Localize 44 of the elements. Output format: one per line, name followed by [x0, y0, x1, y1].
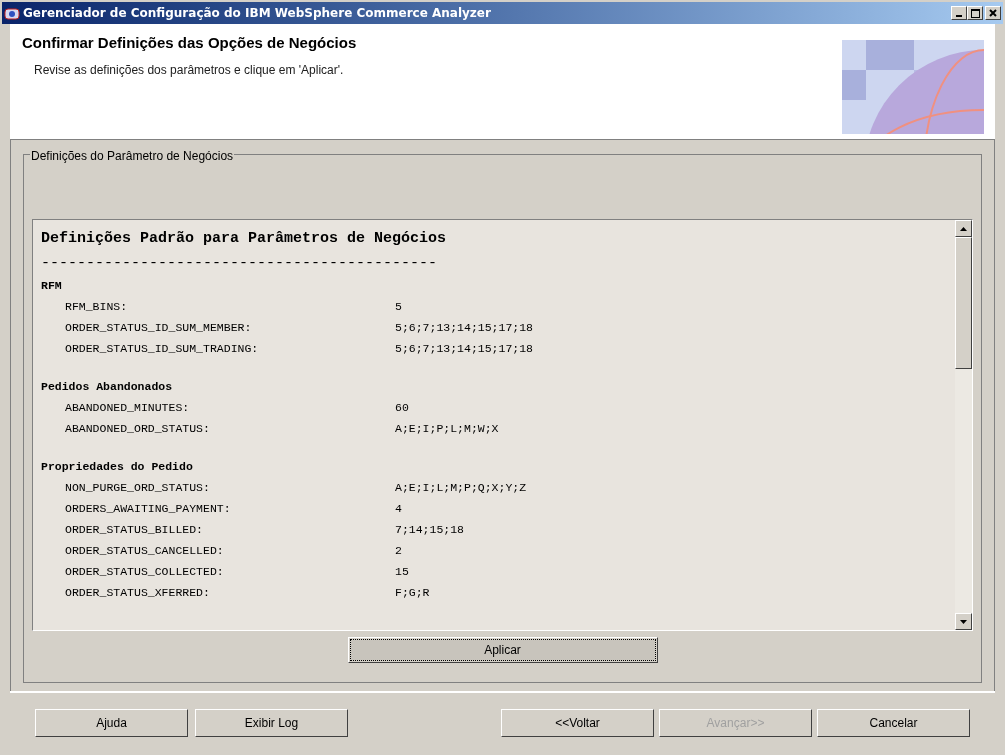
- parameter-name: RFM_BINS:: [65, 298, 129, 315]
- parameter-value: 60: [395, 399, 409, 416]
- parameter-name: ORDER_STATUS_ID_SUM_MEMBER:: [65, 319, 253, 336]
- close-button[interactable]: [985, 6, 1001, 20]
- maximize-icon: [970, 8, 980, 18]
- parameter-name: ORDER_STATUS_COLLECTED:: [65, 563, 225, 580]
- scrollbar[interactable]: [955, 220, 972, 630]
- parameter-name: ORDER_STATUS_ID_SUM_TRADING:: [65, 340, 260, 357]
- view-log-button[interactable]: Exibir Log: [195, 709, 348, 737]
- back-button[interactable]: <<Voltar: [501, 709, 654, 737]
- parameter-value: F;G;R: [395, 584, 430, 601]
- parameter-name: ABANDONED_MINUTES:: [65, 399, 191, 416]
- cancel-button[interactable]: Cancelar: [817, 709, 970, 737]
- parameter-name: ORDER_STATUS_CANCELLED:: [65, 542, 225, 559]
- section-title: Pedidos Abandonados: [41, 378, 174, 395]
- parameter-value: A;E;I;P;L;M;W;X: [395, 420, 499, 437]
- parameter-name: NON_PURGE_ORD_STATUS:: [65, 479, 211, 496]
- parameter-name: ABANDONED_ORD_STATUS:: [65, 420, 211, 437]
- up-arrow-icon: [960, 226, 967, 231]
- section-title: Propriedades do Pedido: [41, 458, 194, 475]
- parameter-name: ORDERS_AWAITING_PAYMENT:: [65, 500, 232, 517]
- parameter-value: 7;14;15;18: [395, 521, 464, 538]
- separator-line: --------------------------------------------: [41, 254, 439, 273]
- page-subtitle: Revise as definições dos parâmetros e clique em 'Aplicar'.: [33, 61, 345, 79]
- minimize-button[interactable]: [951, 6, 967, 20]
- parameter-value: 4: [395, 500, 402, 517]
- settings-heading: Definições Padrão para Parâmetros de Negócios: [41, 229, 448, 249]
- page-title: Confirmar Definições das Opções de Negócios: [22, 33, 357, 53]
- parameter-value: A;E;I;L;M;P;Q;X;Y;Z: [395, 479, 527, 496]
- app-icon: [4, 5, 20, 21]
- parameter-value: 5;6;7;13;14;15;17;18: [395, 340, 534, 357]
- parameter-name: ORDER_STATUS_BILLED:: [65, 521, 205, 538]
- parameter-value: 5: [395, 298, 402, 315]
- parameter-value: 2: [395, 542, 402, 559]
- apply-button[interactable]: Aplicar: [347, 637, 658, 663]
- parameter-value: 5;6;7;13;14;15;17;18: [395, 319, 534, 336]
- help-button[interactable]: Ajuda: [35, 709, 188, 737]
- section-title: RFM: [41, 277, 63, 294]
- down-arrow-icon: [960, 619, 967, 624]
- close-icon: [989, 9, 997, 17]
- maximize-button[interactable]: [967, 6, 983, 20]
- parameter-name: ORDER_STATUS_XFERRED:: [65, 584, 211, 601]
- parameter-value: 15: [395, 563, 409, 580]
- window-title: Gerenciador de Configuração do IBM WebSphere Commerce Analyzer: [23, 5, 492, 22]
